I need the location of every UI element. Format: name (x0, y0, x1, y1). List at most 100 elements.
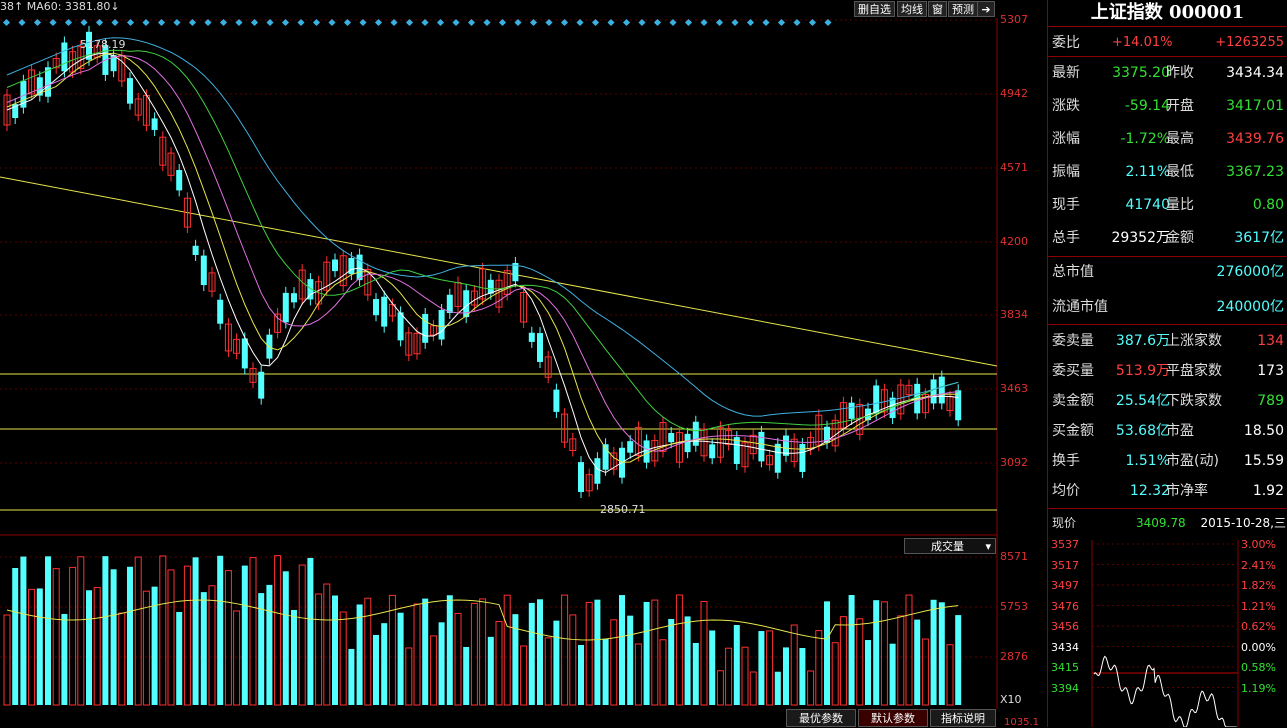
candle-body (348, 257, 355, 275)
indicator-help-button[interactable]: 指标说明 (930, 709, 996, 727)
quote-value: 173 (1257, 363, 1284, 379)
default-params-button[interactable]: 默认参数 (858, 709, 928, 727)
quote-label: 最高 (1166, 131, 1194, 147)
rows2-row: 买金额 53.68亿 市盈 18.50 (1052, 421, 1284, 441)
volume-bar (348, 648, 355, 705)
mini-pct-label: 3.00% (1241, 538, 1276, 551)
quote-label: 金额 (1166, 230, 1194, 246)
mini-price-label: 3497 (1051, 579, 1079, 592)
remove-watchlist-button[interactable]: 删自选 (854, 1, 895, 17)
exit-icon[interactable]: ➔ (977, 1, 995, 17)
volume-bar (692, 642, 699, 705)
float-cap-row: 流通市值 240000亿 (1052, 297, 1284, 317)
y-axis-label: 4200 (1000, 235, 1028, 248)
volume-bar (537, 599, 543, 705)
quote-value: 0.80 (1252, 197, 1284, 213)
candle-body (643, 440, 650, 463)
candle-body (151, 118, 158, 130)
volume-indicator-dropdown[interactable]: 成交量 ▾ (904, 538, 996, 554)
volume-bar (848, 595, 855, 705)
quote-label: 昨收 (1166, 65, 1194, 81)
volume-bar (397, 612, 404, 705)
chevron-down-icon: ▾ (985, 540, 991, 553)
candle-body (446, 294, 453, 314)
volume-bar (709, 630, 716, 705)
rows2-row: 委买量 513.9万 平盘家数 173 (1052, 361, 1284, 381)
volume-bar (151, 586, 158, 705)
volume-bar (45, 556, 51, 705)
candle-body (955, 390, 962, 421)
quote-value: -1.72% (1120, 131, 1170, 147)
candle-body (241, 338, 248, 369)
quote-label: 振幅 (1052, 164, 1080, 180)
quote-label: 总手 (1052, 230, 1080, 246)
ma-indicator-bar: 38↑ MA60: 3381.80↓ (0, 0, 120, 18)
volume-bar (176, 611, 183, 705)
volume-bar (955, 615, 962, 705)
quote-label: 最低 (1166, 164, 1194, 180)
mini-price-label: 3415 (1051, 661, 1079, 674)
volume-bar (20, 556, 27, 705)
volume-axis-label: 8571 (1000, 550, 1028, 563)
quote-label: 委卖量 (1052, 333, 1094, 349)
current-date: 2015-10-28,三 (1200, 516, 1286, 530)
window-button[interactable]: 窗 (928, 1, 947, 17)
forecast-button[interactable]: 预测 (948, 1, 978, 17)
quote-value: 3375.20 (1112, 65, 1170, 81)
ma-button[interactable]: 均线 (897, 1, 927, 17)
kline-chart[interactable] (0, 0, 1047, 727)
volume-bar (282, 571, 289, 705)
quote-label: 卖金额 (1052, 393, 1094, 409)
volume-bar (217, 555, 224, 705)
market-cap-value: 276000亿 (1216, 264, 1284, 280)
volume-dropdown-label: 成交量 (931, 540, 964, 553)
quote-label: 平盘家数 (1166, 363, 1222, 379)
rows-row: 涨幅 -1.72% 最高 3439.76 (1052, 129, 1284, 149)
volume-bar (873, 600, 880, 705)
candle-body (848, 402, 855, 419)
volume-bar (446, 595, 453, 705)
candle-body (200, 255, 207, 286)
volume-axis-label: 2876 (1000, 650, 1028, 663)
mini-pct-label: 1.82% (1241, 579, 1276, 592)
candle-body (758, 431, 765, 462)
intraday-price-line (1093, 655, 1237, 727)
quote-value: 41740 (1125, 197, 1170, 213)
quote-value: 789 (1257, 393, 1284, 409)
rows-row: 现手 41740 量比 0.80 (1052, 195, 1284, 215)
volume-bar (578, 644, 584, 705)
quote-value: 15.59 (1243, 453, 1284, 469)
candle-body (61, 42, 68, 72)
optimal-params-button[interactable]: 最优参数 (786, 709, 856, 727)
volume-bar (594, 599, 601, 705)
mini-price-label: 3434 (1051, 640, 1079, 654)
candle-body (873, 385, 880, 414)
quote-label: 换手 (1052, 453, 1080, 469)
volume-bar (668, 619, 675, 705)
quote-label: 涨跌 (1052, 98, 1080, 114)
volume-bar (824, 601, 830, 705)
quote-value: 3617亿 (1234, 230, 1284, 246)
quote-label: 量比 (1166, 197, 1194, 213)
rows2-row: 卖金额 25.54亿 下跌家数 789 (1052, 391, 1284, 411)
rows2-row: 换手 1.51% 市盈(动) 15.59 (1052, 451, 1284, 471)
float-cap-value: 240000亿 (1216, 299, 1284, 315)
candle-body (627, 441, 634, 453)
candle-body (487, 279, 494, 294)
candle-body (668, 432, 675, 443)
y-axis-label: 4942 (1000, 87, 1028, 100)
candle-body (176, 170, 183, 191)
candle-body (282, 292, 289, 323)
mini-pct-label: 2.41% (1241, 558, 1276, 572)
candle-body (553, 389, 560, 412)
quote-value: 3434.34 (1226, 65, 1284, 81)
mini-pct-label: 1.19% (1241, 681, 1276, 695)
mini-price-label: 3517 (1051, 558, 1079, 572)
y-axis-label: 5307 (1000, 13, 1028, 26)
quote-value: 18.50 (1243, 423, 1284, 439)
volume-bar (938, 602, 945, 705)
weibi-value: +1263255 (1215, 35, 1284, 50)
quote-value: 387.6万 (1115, 333, 1170, 349)
rows2-row: 均价 12.32 市净率 1.92 (1052, 481, 1284, 501)
quote-value: -59.14 (1124, 98, 1170, 114)
